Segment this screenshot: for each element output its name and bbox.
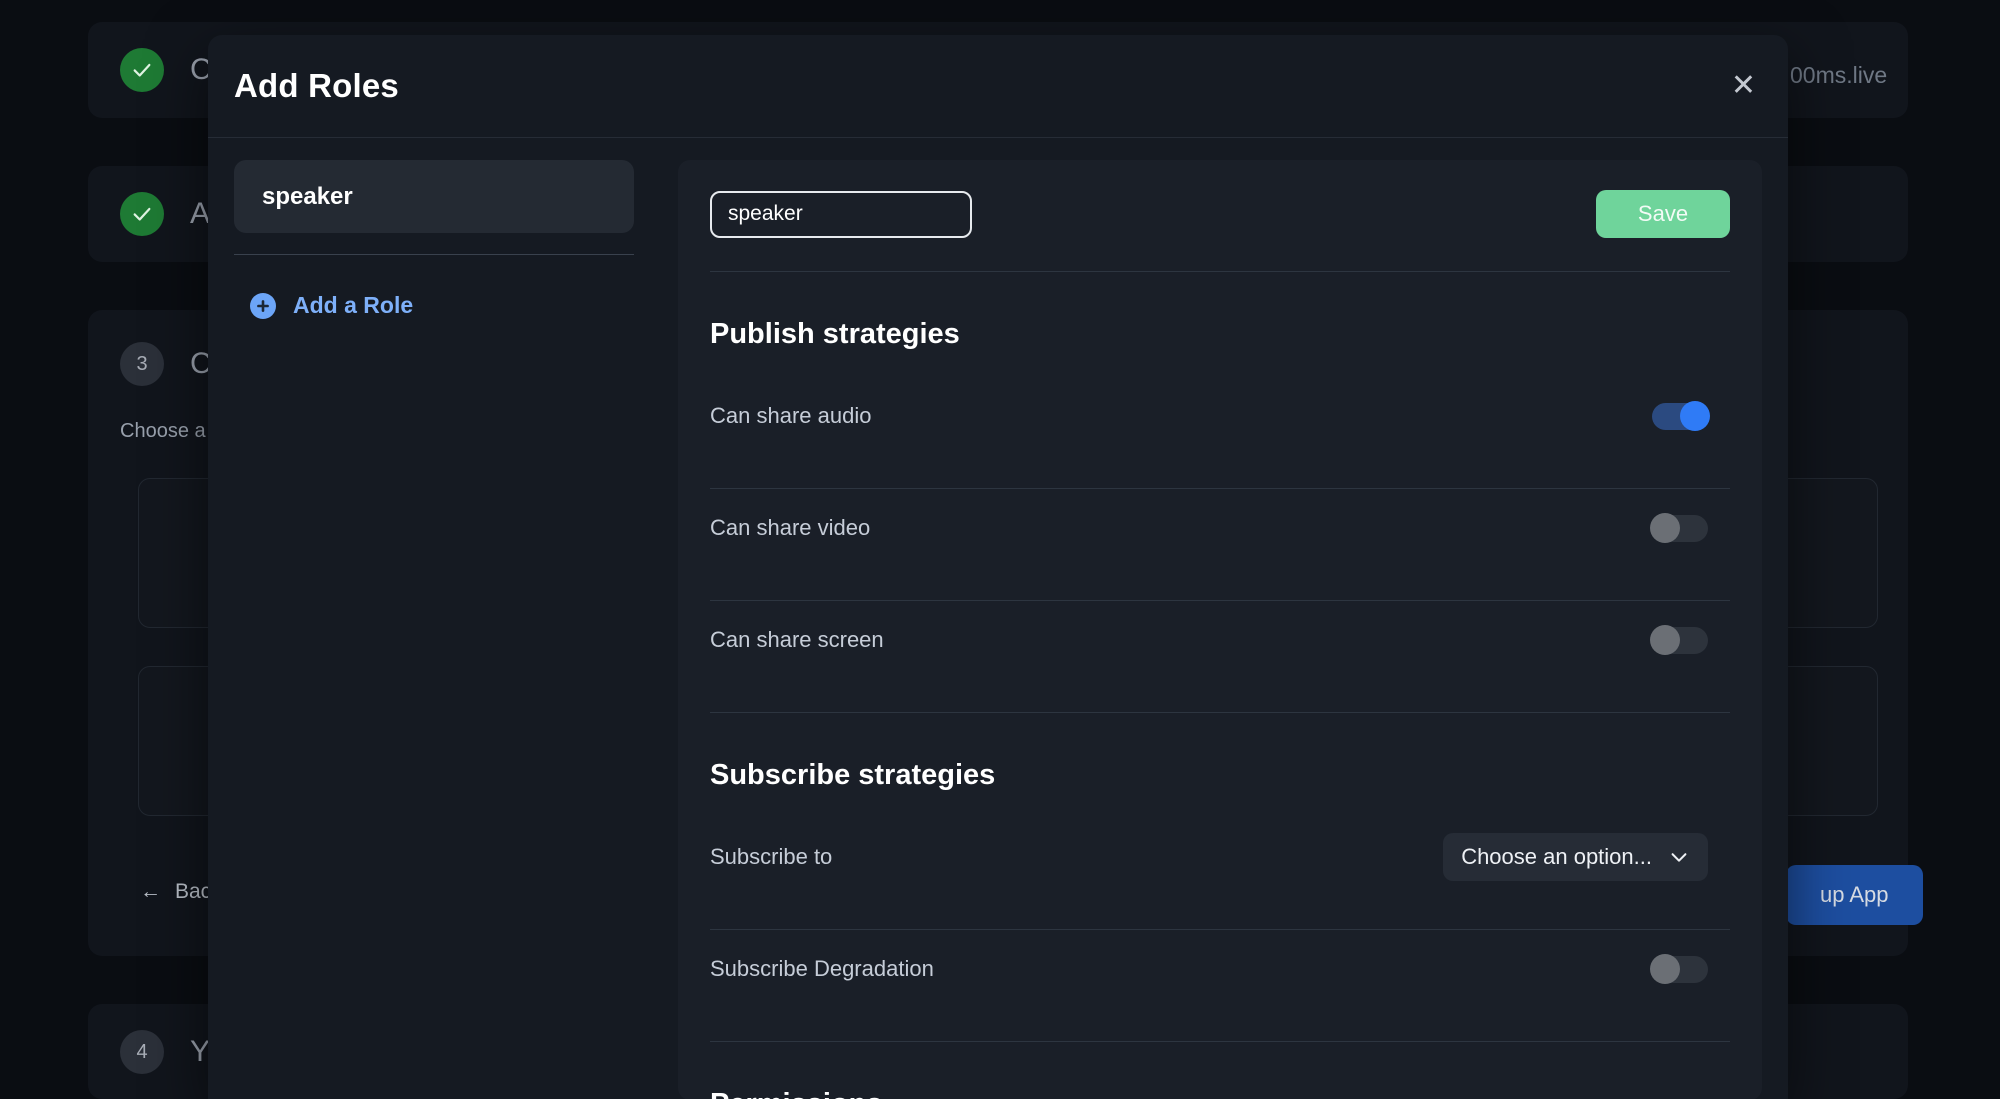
toggle-can-share-screen[interactable] <box>1650 625 1708 655</box>
modal-body: speaker Add a Role Save <box>208 138 1788 1099</box>
modal-title: Add Roles <box>234 67 399 104</box>
step-complete-check-icon <box>120 192 164 236</box>
option-row-can-share-video: Can share video <box>704 489 1736 567</box>
role-name-input[interactable] <box>710 190 972 238</box>
option-row-can-share-screen: Can share screen <box>704 601 1736 679</box>
screen-root: C A 3 C Choose a ← Back up App 4 Yo 00ms… <box>0 0 2000 1099</box>
section-title-subscribe-strategies: Subscribe strategies <box>710 759 996 791</box>
option-label-subscribe-to: Subscribe to <box>710 844 833 869</box>
role-detail-toolbar: Save <box>704 190 1736 238</box>
subscribe-to-select[interactable]: Choose an option... <box>1443 833 1708 881</box>
arrow-left-icon: ← <box>140 880 161 903</box>
save-button[interactable]: Save <box>1596 190 1730 238</box>
role-list-item-speaker[interactable]: speaker <box>234 160 634 233</box>
option-label-subscribe-degradation: Subscribe Degradation <box>710 956 934 981</box>
step-number-badge-3: 3 <box>120 342 164 386</box>
background-primary-button[interactable]: up App <box>1786 865 1923 925</box>
toggle-subscribe-degradation[interactable] <box>1650 954 1708 984</box>
toggle-knob <box>1650 954 1680 984</box>
role-detail-panel: Save Publish strategies Can share audio … <box>678 160 1762 1099</box>
add-a-role-label: Add a Role <box>293 292 414 318</box>
section-title-publish-strategies: Publish strategies <box>710 318 960 350</box>
background-step-row-1: C <box>120 48 212 92</box>
role-list-item-label: speaker <box>262 182 353 210</box>
toggle-knob <box>1650 513 1680 543</box>
add-a-role-button[interactable]: Add a Role <box>234 292 413 319</box>
background-step-row-3: 3 C <box>120 342 212 386</box>
add-roles-modal: Add Roles ✕ speaker Add a Role speaker S… <box>208 35 1788 1099</box>
option-row-can-share-audio: Can share audio <box>704 377 1736 455</box>
background-step-row-2: A <box>120 192 210 236</box>
roles-list-panel: speaker Add a Role <box>234 160 634 1099</box>
chevron-down-icon <box>1671 853 1687 862</box>
toggle-can-share-audio[interactable] <box>1652 401 1710 431</box>
section-title-permissions: Permissions <box>704 1088 1736 1099</box>
toggle-knob <box>1650 625 1680 655</box>
background-step-subtext: Choose a <box>120 420 206 442</box>
background-url-text: 00ms.live <box>1790 62 1888 88</box>
step-complete-check-icon <box>120 48 164 92</box>
toggle-knob <box>1680 401 1710 431</box>
modal-header: Add Roles ✕ <box>208 35 1788 138</box>
background-step-title-2: A <box>190 197 211 230</box>
option-row-subscribe-degradation: Subscribe Degradation <box>704 930 1736 1008</box>
option-label-can-share-audio: Can share audio <box>710 403 872 428</box>
option-label-can-share-screen: Can share screen <box>710 627 884 652</box>
subscribe-to-selected-value: Choose an option... <box>1461 844 1652 869</box>
option-label-can-share-video: Can share video <box>710 515 871 540</box>
close-icon[interactable]: ✕ <box>1719 65 1768 107</box>
step-number-badge-4: 4 <box>120 1030 164 1074</box>
option-row-subscribe-to: Subscribe to Choose an option... <box>704 818 1736 896</box>
plus-circle-icon <box>250 292 276 319</box>
roles-divider <box>234 254 634 255</box>
toggle-can-share-video[interactable] <box>1650 513 1708 543</box>
